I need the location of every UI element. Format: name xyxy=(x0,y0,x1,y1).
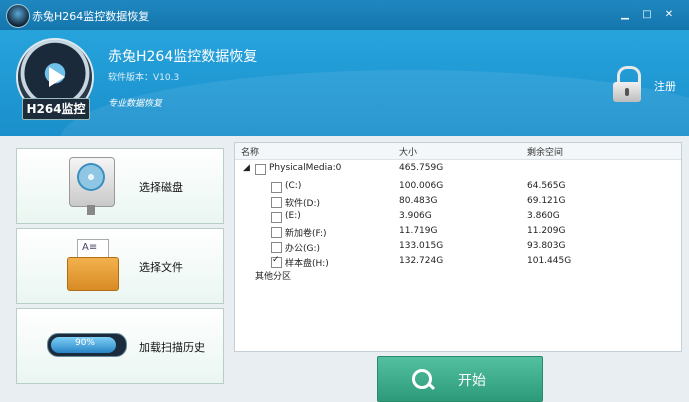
partition-free: 69.121G xyxy=(527,196,566,206)
lock-icon[interactable] xyxy=(611,66,643,102)
minimize-button[interactable]: ▁ xyxy=(616,6,634,24)
expand-arrow-icon[interactable]: ◢ xyxy=(243,163,250,173)
select-file-label: 选择文件 xyxy=(139,261,183,274)
history-progress-bar: 90% xyxy=(47,333,127,357)
table-header: 名称 大小 剩余空间 xyxy=(235,143,681,160)
maximize-button[interactable]: □ xyxy=(638,6,656,24)
partition-name: 办公(G:) xyxy=(285,244,321,254)
partition-checkbox[interactable] xyxy=(271,197,282,208)
root-size: 465.759G xyxy=(399,163,444,173)
partition-name: (E:) xyxy=(285,211,301,221)
partition-size: 133.015G xyxy=(399,241,444,251)
partition-free: 64.565G xyxy=(527,181,566,191)
app-icon xyxy=(6,4,30,28)
root-name: PhysicalMedia:0 xyxy=(269,163,342,173)
app-name: 赤兔H264监控数据恢复 xyxy=(108,49,258,65)
table-row[interactable]: (E:) 3.906G 3.860G xyxy=(235,209,681,225)
close-button[interactable]: ✕ xyxy=(660,6,678,24)
register-link[interactable]: 注册 xyxy=(654,78,676,94)
partition-checkbox[interactable] xyxy=(271,212,282,223)
load-history-label: 加载扫描历史 xyxy=(139,341,205,354)
partition-size: 80.483G xyxy=(399,196,438,206)
partition-name: (C:) xyxy=(285,181,302,191)
partition-checkbox[interactable] xyxy=(271,227,282,238)
table-row-root[interactable]: ◢ PhysicalMedia:0 465.759G xyxy=(235,161,681,177)
operation-panel: 选择磁盘 A≡ 选择文件 90% 加载扫描历史 xyxy=(12,142,226,384)
column-size: 大小 xyxy=(399,148,418,158)
title-bar: 赤兔H264监控数据恢复 ▁ □ ✕ xyxy=(0,0,689,30)
partition-free: 101.445G xyxy=(527,256,572,266)
load-history-button[interactable]: 90% 加载扫描历史 xyxy=(16,308,224,384)
select-file-button[interactable]: A≡ 选择文件 xyxy=(16,228,224,304)
other-partitions-row[interactable]: 其他分区 xyxy=(235,267,681,283)
table-row[interactable]: (C:) 100.006G 64.565G xyxy=(235,179,681,195)
window-title: 赤兔H264监控数据恢复 xyxy=(32,10,150,23)
column-free: 剩余空间 xyxy=(527,148,564,158)
select-disk-button[interactable]: 选择磁盘 xyxy=(16,148,224,224)
start-button[interactable]: 开始 xyxy=(377,356,543,402)
table-row[interactable]: 新加卷(F:) 11.719G 11.209G xyxy=(235,224,681,240)
play-icon xyxy=(49,67,65,87)
other-partitions-label: 其他分区 xyxy=(255,272,292,282)
version-text: 软件版本：V10.3 xyxy=(108,73,180,83)
partition-free: 93.803G xyxy=(527,241,566,251)
header-banner: H264监控 赤兔H264监控数据恢复 软件版本：V10.3 专业数据恢复 注册 xyxy=(0,30,689,136)
logo-label: H264监控 xyxy=(22,98,90,120)
partition-list: 名称 大小 剩余空间 ◢ PhysicalMedia:0 465.759G (C… xyxy=(234,142,682,352)
partition-name: 软件(D:) xyxy=(285,199,320,209)
partition-checkbox[interactable] xyxy=(271,182,282,193)
table-row[interactable]: 软件(D:) 80.483G 69.121G xyxy=(235,194,681,210)
search-icon xyxy=(412,369,432,389)
partition-size: 132.724G xyxy=(399,256,444,266)
partition-name: 新加卷(F:) xyxy=(285,229,327,239)
slogan: 专业数据恢复 xyxy=(108,99,163,109)
partition-size: 100.006G xyxy=(399,181,444,191)
partition-free: 11.209G xyxy=(527,226,566,236)
table-row[interactable]: 办公(G:) 133.015G 93.803G xyxy=(235,239,681,255)
column-name: 名称 xyxy=(241,148,260,158)
partition-checkbox[interactable] xyxy=(271,242,282,253)
start-label: 开始 xyxy=(458,373,486,389)
partition-size: 3.906G xyxy=(399,211,432,221)
partition-size: 11.719G xyxy=(399,226,438,236)
partition-free: 3.860G xyxy=(527,211,560,221)
select-disk-label: 选择磁盘 xyxy=(139,181,183,194)
folder-icon: A≡ xyxy=(67,239,119,291)
root-checkbox[interactable] xyxy=(255,164,266,175)
hard-disk-icon xyxy=(69,157,115,215)
progress-text: 90% xyxy=(74,338,95,348)
